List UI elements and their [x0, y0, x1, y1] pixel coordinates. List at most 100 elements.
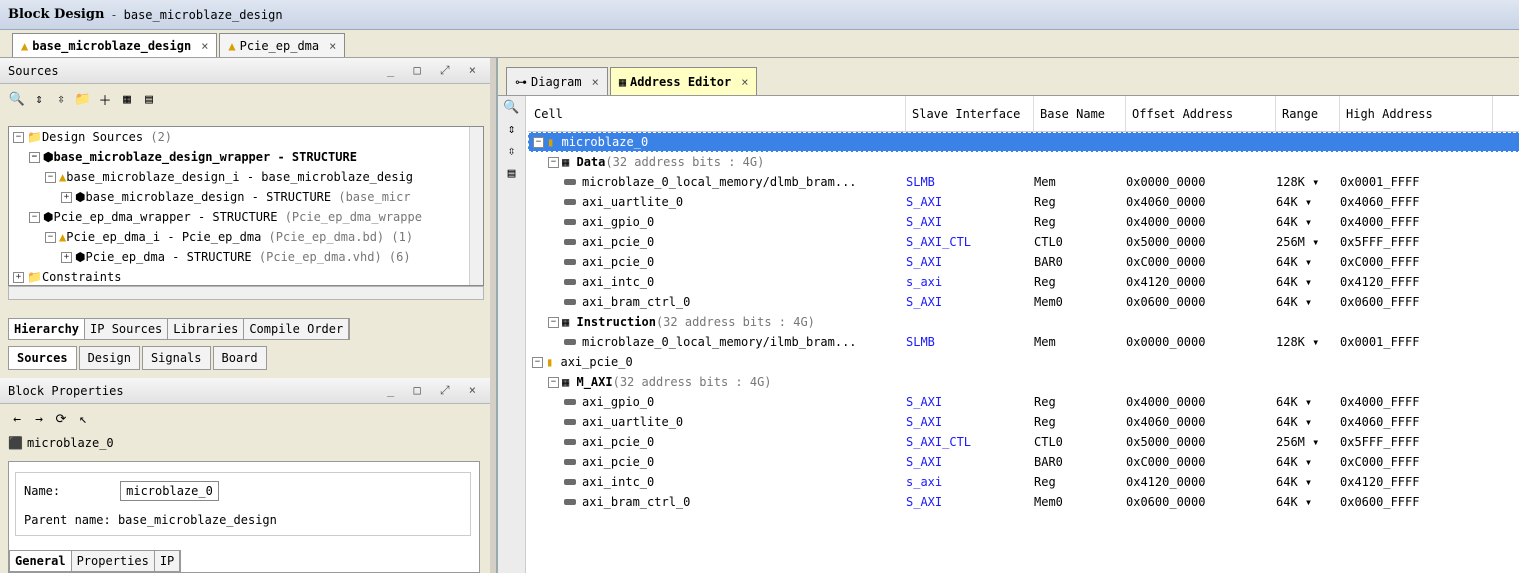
offset-address[interactable]: 0x4120_0000: [1126, 475, 1276, 489]
window-controls[interactable]: _ □ ⤢ ×: [387, 383, 482, 398]
table-row[interactable]: − ▮ microblaze_0: [528, 132, 1519, 152]
offset-address[interactable]: 0x4120_0000: [1126, 275, 1276, 289]
range[interactable]: 64K ▾: [1276, 495, 1340, 509]
expand-all-icon[interactable]: ⇳: [498, 140, 525, 162]
hierarchy-icon[interactable]: ▤: [140, 90, 158, 108]
tab-properties[interactable]: Properties: [72, 551, 155, 571]
offset-address[interactable]: 0x4060_0000: [1126, 195, 1276, 209]
table-row[interactable]: axi_pcie_0 S_AXI BAR0 0xC000_0000 64K ▾ 0xC00…: [528, 452, 1519, 472]
tab-ip-sources[interactable]: IP Sources: [85, 319, 169, 339]
table-row[interactable]: − ▦ Instruction (32 address bits : 4G): [528, 312, 1519, 332]
offset-address[interactable]: 0x4060_0000: [1126, 415, 1276, 429]
offset-address[interactable]: 0xC000_0000: [1126, 455, 1276, 469]
tree-horizontal-scrollbar[interactable]: [8, 286, 484, 300]
tab-design[interactable]: Design: [78, 346, 140, 370]
offset-address[interactable]: 0x4000_0000: [1126, 395, 1276, 409]
offset-address[interactable]: 0x4000_0000: [1126, 215, 1276, 229]
header-high-address[interactable]: High Address: [1340, 96, 1493, 131]
range[interactable]: 128K ▾: [1276, 335, 1340, 349]
table-row[interactable]: axi_intc_0 s_axi Reg 0x4120_0000 64K ▾ 0x4120…: [528, 272, 1519, 292]
table-row[interactable]: microblaze_0_local_memory/dlmb_bram... SL…: [528, 172, 1519, 192]
range[interactable]: 64K ▾: [1276, 275, 1340, 289]
offset-address[interactable]: 0x0600_0000: [1126, 495, 1276, 509]
table-row[interactable]: − ▦ Data (32 address bits : 4G): [528, 152, 1519, 172]
tree-row[interactable]: − ⬢ Pcie_ep_dma_wrapper - STRUCTURE (Pcie_…: [9, 207, 483, 227]
table-row[interactable]: − ▮ axi_pcie_0: [528, 352, 1519, 372]
table-row[interactable]: axi_gpio_0 S_AXI Reg 0x4000_0000 64K ▾ 0x4000…: [528, 392, 1519, 412]
name-field[interactable]: microblaze_0: [120, 481, 219, 501]
offset-address[interactable]: 0x0000_0000: [1126, 175, 1276, 189]
tree-row[interactable]: − ⬢ base_microblaze_design_wrapper - STRUC…: [9, 147, 483, 167]
collapse-icon[interactable]: −: [533, 136, 544, 148]
range[interactable]: 128K ▾: [1276, 175, 1340, 189]
tab-diagram[interactable]: ⊶ Diagram ×: [506, 67, 608, 95]
tab-board[interactable]: Board: [212, 346, 267, 370]
table-row[interactable]: microblaze_0_local_memory/ilmb_bram... SL…: [528, 332, 1519, 352]
collapse-all-icon[interactable]: ⇕: [30, 90, 48, 108]
collapse-icon[interactable]: −: [548, 376, 559, 388]
new-file-icon[interactable]: ＋: [96, 90, 114, 109]
doc-tab-base-microblaze[interactable]: ▲ base_microblaze_design ×: [12, 33, 218, 57]
properties-icon[interactable]: ▦: [118, 90, 136, 108]
tab-address-editor[interactable]: ▦ Address Editor ×: [609, 67, 758, 95]
table-row[interactable]: axi_pcie_0 S_AXI_CTL CTL0 0x5000_0000 256M ▾…: [528, 232, 1519, 252]
table-row[interactable]: axi_bram_ctrl_0 S_AXI Mem0 0x0600_0000 64K ▾…: [528, 492, 1519, 512]
offset-address[interactable]: 0x5000_0000: [1126, 235, 1276, 249]
add-sources-icon[interactable]: 📁: [74, 90, 92, 108]
expand-icon[interactable]: +: [13, 271, 24, 283]
auto-assign-icon[interactable]: ▤: [498, 162, 525, 184]
tab-compile-order[interactable]: Compile Order: [244, 319, 350, 339]
tab-ip[interactable]: IP: [155, 551, 181, 571]
search-icon[interactable]: 🔍: [498, 96, 525, 118]
offset-address[interactable]: 0x0000_0000: [1126, 335, 1276, 349]
collapse-icon[interactable]: −: [45, 231, 56, 243]
collapse-icon[interactable]: −: [548, 316, 559, 328]
collapse-icon[interactable]: −: [45, 171, 56, 183]
range[interactable]: 256M ▾: [1276, 235, 1340, 249]
pointer-icon[interactable]: ↖: [74, 410, 92, 428]
header-range[interactable]: Range: [1276, 96, 1340, 131]
table-row[interactable]: axi_pcie_0 S_AXI BAR0 0xC000_0000 64K ▾ 0xC00…: [528, 252, 1519, 272]
tree-row[interactable]: + 📁 Constraints: [9, 267, 483, 285]
back-arrow-icon[interactable]: ←: [8, 410, 26, 428]
collapse-icon[interactable]: −: [29, 211, 40, 223]
offset-address[interactable]: 0xC000_0000: [1126, 255, 1276, 269]
collapse-icon[interactable]: −: [532, 356, 543, 368]
table-row[interactable]: − ▦ M_AXI (32 address bits : 4G): [528, 372, 1519, 392]
doc-tab-pcie-ep-dma[interactable]: ▲ Pcie_ep_dma ×: [219, 33, 346, 57]
tree-row[interactable]: − 📁 Design Sources (2): [9, 127, 483, 147]
range[interactable]: 64K ▾: [1276, 215, 1340, 229]
collapse-icon[interactable]: −: [548, 156, 559, 168]
close-icon[interactable]: ×: [329, 39, 336, 53]
range[interactable]: 64K ▾: [1276, 295, 1340, 309]
header-base-name[interactable]: Base Name: [1034, 96, 1126, 131]
tab-sources[interactable]: Sources: [8, 346, 77, 370]
tree-row[interactable]: + ⬢ Pcie_ep_dma - STRUCTURE (Pcie_ep_dma.v…: [9, 247, 483, 267]
range[interactable]: 64K ▾: [1276, 255, 1340, 269]
tab-general[interactable]: General: [10, 551, 72, 571]
tree-row[interactable]: + ⬢ base_microblaze_design - STRUCTURE (ba…: [9, 187, 483, 207]
range[interactable]: 64K ▾: [1276, 455, 1340, 469]
collapse-icon[interactable]: −: [29, 151, 40, 163]
range[interactable]: 64K ▾: [1276, 195, 1340, 209]
expand-icon[interactable]: +: [61, 191, 72, 203]
table-row[interactable]: axi_uartlite_0 S_AXI Reg 0x4060_0000 64K ▾ 0x…: [528, 192, 1519, 212]
range[interactable]: 64K ▾: [1276, 475, 1340, 489]
range[interactable]: 64K ▾: [1276, 415, 1340, 429]
close-icon[interactable]: ×: [201, 39, 208, 53]
tab-hierarchy[interactable]: Hierarchy: [9, 319, 86, 339]
tab-signals[interactable]: Signals: [141, 346, 211, 370]
collapse-all-icon[interactable]: ⇕: [498, 118, 525, 140]
table-row[interactable]: axi_bram_ctrl_0 S_AXI Mem0 0x0600_0000 64K ▾…: [528, 292, 1519, 312]
table-row[interactable]: axi_uartlite_0 S_AXI Reg 0x4060_0000 64K ▾ 0x…: [528, 412, 1519, 432]
range[interactable]: 64K ▾: [1276, 395, 1340, 409]
expand-icon[interactable]: +: [61, 251, 72, 263]
range[interactable]: 256M ▾: [1276, 435, 1340, 449]
close-icon[interactable]: ×: [592, 75, 599, 89]
close-icon[interactable]: ×: [741, 75, 748, 89]
table-row[interactable]: axi_intc_0 s_axi Reg 0x4120_0000 64K ▾ 0x4120…: [528, 472, 1519, 492]
collapse-icon[interactable]: −: [13, 131, 24, 143]
window-controls[interactable]: _ □ ⤢ ×: [387, 63, 482, 78]
tree-vertical-scrollbar[interactable]: [469, 127, 483, 285]
table-row[interactable]: axi_pcie_0 S_AXI_CTL CTL0 0x5000_0000 256M ▾…: [528, 432, 1519, 452]
